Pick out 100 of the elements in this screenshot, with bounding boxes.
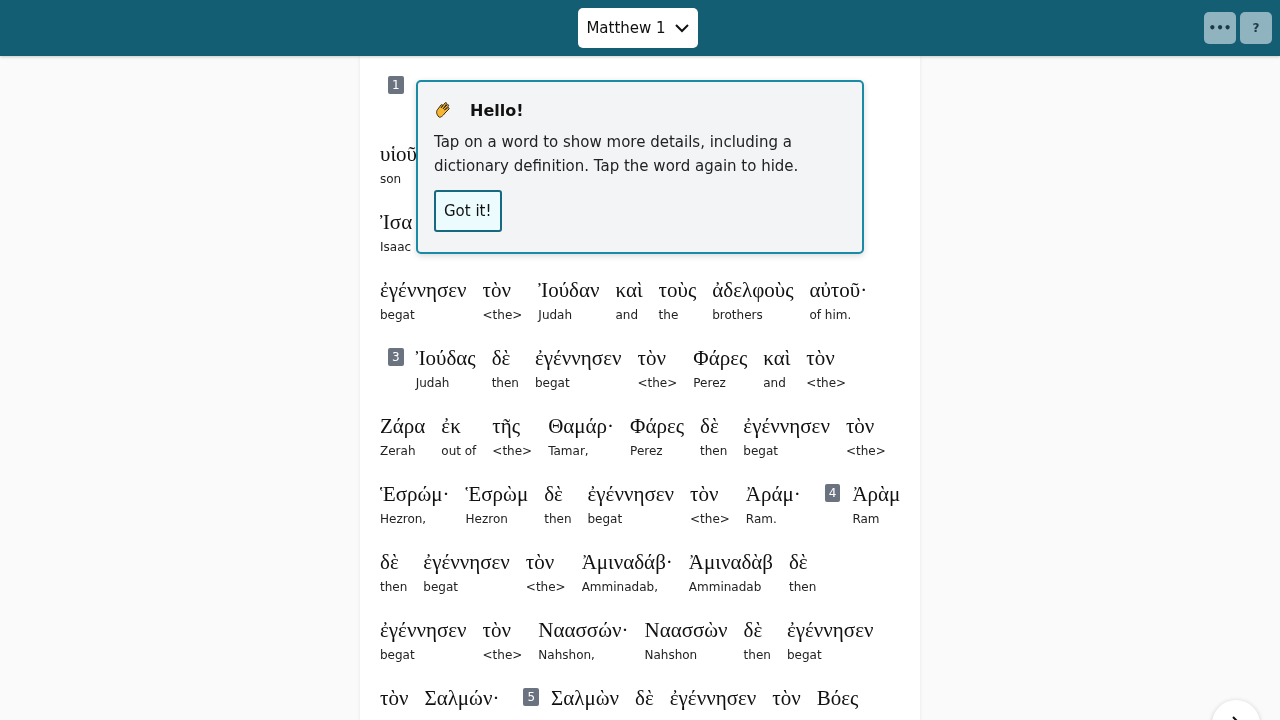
word-gloss: then [743, 648, 771, 662]
greek-word[interactable]: ἐγέννησεν [743, 412, 830, 440]
greek-word[interactable]: Θαμάρ· [548, 412, 615, 440]
word-gloss: Isaac [380, 240, 413, 254]
word-gloss: Amminadab, [581, 580, 659, 594]
word-gloss: begat [587, 512, 624, 526]
verse-number: 1 [388, 76, 404, 94]
word-gloss: Amminadab [688, 580, 763, 594]
greek-word[interactable]: δὲ [635, 684, 654, 712]
greek-word[interactable]: τὸν [482, 276, 523, 304]
greek-word[interactable]: Ἀρὰμ [852, 480, 901, 508]
word-gloss: begat [423, 580, 459, 594]
greek-word[interactable]: τὸν [525, 548, 566, 576]
greek-word[interactable]: ἐγέννησεν [534, 344, 622, 372]
word-gloss: <the> [806, 376, 847, 390]
word-gloss: then [491, 376, 519, 390]
word-gloss: Ram. [745, 512, 778, 526]
greek-word[interactable]: τὸν [845, 412, 886, 440]
word-gloss: begat [786, 648, 823, 662]
greek-word[interactable]: ἐκ [441, 412, 477, 440]
greek-word[interactable]: ἐγέννησεν [669, 684, 757, 712]
greek-word[interactable]: καὶ [615, 276, 643, 304]
greek-word[interactable]: Φάρες [693, 344, 748, 372]
word-gloss: begat [743, 444, 780, 458]
word-gloss: <the> [482, 648, 523, 662]
greek-word[interactable]: Σαλμών· [424, 684, 500, 712]
word-gloss: <the> [637, 376, 678, 390]
verse-number: 4 [824, 484, 841, 502]
word-gloss: brothers [712, 308, 764, 322]
greek-word[interactable]: δὲ [743, 616, 771, 644]
greek-word[interactable]: καὶ [763, 344, 791, 372]
word-gloss: Judah [415, 376, 451, 390]
greek-word[interactable]: δὲ [491, 344, 519, 372]
greek-word[interactable]: τῆς [492, 412, 533, 440]
greek-word[interactable]: Ἰσα [380, 208, 413, 236]
word-gloss: out of [441, 444, 477, 458]
greek-word[interactable]: Φάρες [630, 412, 685, 440]
greek-word[interactable]: τὸν [637, 344, 678, 372]
greek-word[interactable]: Σαλμὼν [551, 684, 620, 712]
greek-word[interactable]: Ἰούδας [415, 344, 476, 372]
greek-word[interactable]: ἐγέννησεν [380, 276, 467, 304]
greek-word[interactable]: τὸν [690, 480, 730, 508]
word-gloss: Tamar, [548, 444, 590, 458]
greek-word[interactable]: Ζάρα [380, 412, 426, 440]
word-gloss: Nahshon, [538, 648, 596, 662]
greek-word[interactable]: ἐγέννησεν [587, 480, 675, 508]
word-gloss: Nahshon [644, 648, 699, 662]
greek-word[interactable]: Ἀμιναδάβ· [581, 548, 673, 576]
word-gloss: Perez [693, 376, 727, 390]
greek-word[interactable]: δὲ [380, 548, 408, 576]
word-gloss: <the> [845, 444, 886, 458]
greek-word[interactable]: ἀδελφοὺς [712, 276, 794, 304]
word-gloss: <the> [525, 580, 566, 594]
chapter-select[interactable]: Matthew 1 [578, 8, 698, 48]
word-gloss: Judah [538, 308, 574, 322]
word-gloss: Perez [630, 444, 664, 458]
word-gloss: of him. [809, 308, 853, 322]
greek-word[interactable]: υἱοῦ [380, 140, 417, 168]
greek-word[interactable]: ἐγέννησεν [380, 616, 467, 644]
toolbar-button[interactable]: ••• [1204, 12, 1236, 44]
greek-word[interactable]: τὸν [772, 684, 801, 712]
greek-word[interactable]: Βόες [816, 684, 859, 712]
greek-word[interactable]: τὸν [806, 344, 847, 372]
toolbar-button[interactable]: ? [1240, 12, 1272, 44]
greek-word[interactable]: δὲ [544, 480, 572, 508]
verse-number: 5 [523, 688, 540, 706]
word-gloss: <the> [690, 512, 730, 526]
greek-word[interactable]: Ἰούδαν [538, 276, 600, 304]
greek-word[interactable]: τὸν [380, 684, 409, 712]
word-gloss: then [700, 444, 728, 458]
word-gloss: begat [534, 376, 571, 390]
greek-word[interactable]: δὲ [700, 412, 728, 440]
greek-word[interactable]: Ἀράμ· [745, 480, 801, 508]
greek-word[interactable]: Ἑσρὼμ [465, 480, 529, 508]
greek-word[interactable]: τοὺς [658, 276, 697, 304]
word-gloss: son [380, 172, 403, 186]
greek-word[interactable]: δὲ [788, 548, 817, 576]
greek-word[interactable]: Ἑσρώμ· [380, 480, 450, 508]
word-gloss: <the> [482, 308, 523, 322]
greek-word[interactable]: αὐτοῦ· [809, 276, 868, 304]
word-gloss: begat [380, 308, 416, 322]
word-gloss: then [380, 580, 408, 594]
popover-text: Tap on a word to show more details, including a dictionary definition. Tap the word again to hide. [434, 132, 800, 177]
verse-number: 3 [388, 348, 404, 366]
got-it-button[interactable]: Got it! [434, 190, 502, 232]
greek-word[interactable]: ἐγέννησεν [423, 548, 510, 576]
word-gloss: Hezron, [380, 512, 428, 526]
word-gloss: the [658, 308, 680, 322]
word-gloss: Ram [852, 512, 881, 526]
word-gloss: then [788, 580, 817, 594]
greek-word[interactable]: Ναασσὼν [644, 616, 728, 644]
word-gloss: Hezron [465, 512, 509, 526]
greek-word[interactable]: Ἀμιναδὰβ [688, 548, 773, 576]
word-gloss: and [763, 376, 787, 390]
greek-word[interactable]: τὸν [482, 616, 523, 644]
word-gloss: and [615, 308, 640, 322]
popover-title: Hello! [470, 100, 524, 120]
greek-word[interactable]: Ναασσών· [538, 616, 629, 644]
greek-word[interactable]: ἐγέννησεν [786, 616, 874, 644]
word-gloss: then [544, 512, 572, 526]
